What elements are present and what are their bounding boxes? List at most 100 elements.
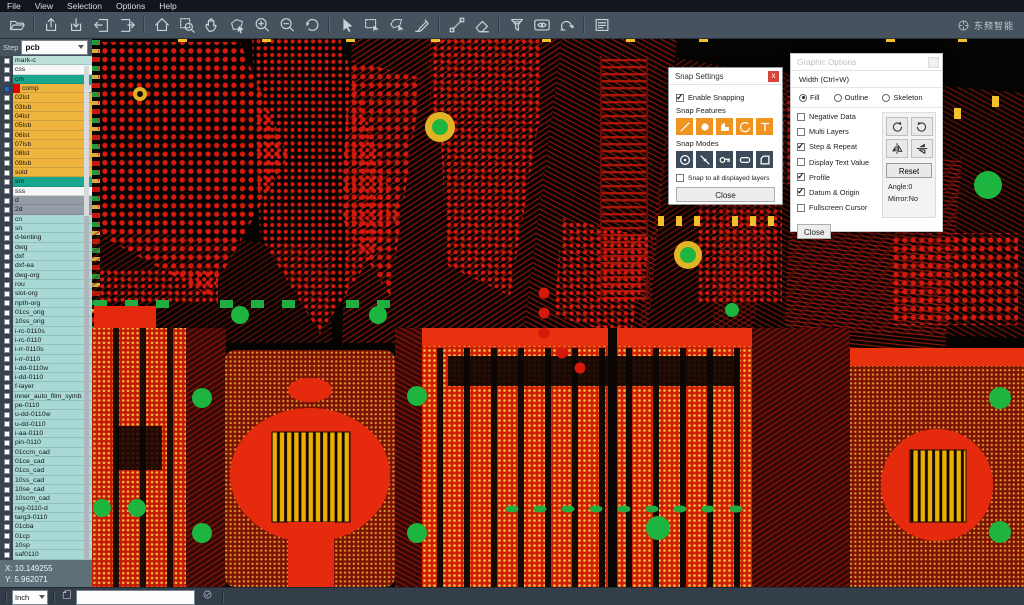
- layer-row-slot-org[interactable]: slot-org: [0, 289, 92, 298]
- layer-visibility-checkbox[interactable]: [4, 496, 10, 502]
- layer-row-2d[interactable]: 2d: [0, 205, 92, 214]
- page-out-icon[interactable]: [114, 14, 139, 36]
- enable-snapping-checkbox[interactable]: [676, 94, 684, 102]
- mirror-horizontal-button[interactable]: [886, 139, 908, 158]
- layer-visibility-checkbox[interactable]: [4, 328, 10, 334]
- option-checkbox[interactable]: [797, 188, 805, 196]
- open-folder-icon[interactable]: [4, 14, 29, 36]
- zoom-in-icon[interactable]: [249, 14, 274, 36]
- rotate-cw-button[interactable]: [886, 117, 908, 136]
- menu-file[interactable]: File: [0, 0, 28, 12]
- layer-visibility-checkbox[interactable]: [4, 477, 10, 483]
- radio-fill[interactable]: Fill: [799, 93, 820, 102]
- layer-row-i-rr-0110s[interactable]: i-rr-0110s: [0, 345, 92, 354]
- layer-visibility-checkbox[interactable]: [4, 552, 10, 558]
- layer-row-saf0110[interactable]: saf0110: [0, 550, 92, 559]
- layer-visibility-checkbox[interactable]: [4, 151, 10, 157]
- page-in-icon[interactable]: [89, 14, 114, 36]
- layer-row-01cba[interactable]: 01cba: [0, 522, 92, 531]
- zoom-window-icon[interactable]: [174, 14, 199, 36]
- layer-row-10ss_orig[interactable]: 10ss_orig: [0, 317, 92, 326]
- layer-visibility-checkbox[interactable]: [4, 449, 10, 455]
- layer-row-01ccm_cad[interactable]: 01ccm_cad: [0, 448, 92, 457]
- layer-row-cm[interactable]: cm: [0, 75, 92, 84]
- layer-row-u-dd-0110w[interactable]: u-dd-0110w: [0, 410, 92, 419]
- layer-row-08lst[interactable]: 08lst: [0, 149, 92, 158]
- zoom-previous-icon[interactable]: [299, 14, 324, 36]
- radio-outline[interactable]: Outline: [834, 93, 869, 102]
- notes-panel-icon[interactable]: [589, 14, 614, 36]
- layer-row-01cs_cad[interactable]: 01cs_cad: [0, 466, 92, 475]
- import-down-icon[interactable]: [64, 14, 89, 36]
- center-snap-icon[interactable]: [676, 151, 693, 168]
- option-multi-layers[interactable]: Multi Layers: [797, 127, 877, 136]
- layer-visibility-checkbox[interactable]: [4, 216, 10, 222]
- layer-visibility-checkbox[interactable]: [4, 123, 10, 129]
- reset-button[interactable]: Reset: [886, 163, 932, 178]
- close-icon[interactable]: x: [768, 71, 779, 82]
- mirror-vertical-button[interactable]: [911, 139, 933, 158]
- unit-select[interactable]: Inch: [12, 590, 48, 605]
- layer-row-10scm_cad[interactable]: 10scm_cad: [0, 494, 92, 503]
- radio-skeleton[interactable]: Skeleton: [882, 93, 922, 102]
- refresh-icon[interactable]: [201, 588, 214, 605]
- layer-row-dwg-org[interactable]: dwg-org: [0, 271, 92, 280]
- layer-visibility-checkbox[interactable]: [4, 533, 10, 539]
- layer-row-targ3-0110[interactable]: targ3-0110: [0, 513, 92, 522]
- layer-row-04lst[interactable]: 04lst: [0, 112, 92, 121]
- layer-row-sn[interactable]: sn: [0, 224, 92, 233]
- layer-row-mark-c[interactable]: mark-c: [0, 56, 92, 65]
- layer-row-dwg[interactable]: dwg: [0, 243, 92, 252]
- layer-visibility-checkbox[interactable]: [4, 524, 10, 530]
- scrollbar-thumb[interactable]: [84, 66, 89, 216]
- pad-snap-icon[interactable]: [696, 118, 713, 135]
- menu-help[interactable]: Help: [152, 0, 183, 12]
- option-step-repeat[interactable]: Step & Repeat: [797, 142, 877, 151]
- layer-visibility-checkbox[interactable]: [4, 235, 10, 241]
- layer-row-f-layer[interactable]: f-layer: [0, 382, 92, 391]
- layer-visibility-checkbox[interactable]: [4, 170, 10, 176]
- layer-row-i-dd-0110w[interactable]: i-dd-0110w: [0, 364, 92, 373]
- layer-row-u-dd-0110[interactable]: u-dd-0110: [0, 420, 92, 429]
- layer-row-07lsb[interactable]: 07lsb: [0, 140, 92, 149]
- arc-snap-icon[interactable]: [736, 118, 753, 135]
- layer-visibility-checkbox[interactable]: [4, 207, 10, 213]
- layer-visibility-checkbox[interactable]: [4, 263, 10, 269]
- layer-row-i-aa-0110[interactable]: i-aa-0110: [0, 429, 92, 438]
- layer-row-10sp[interactable]: 10sp: [0, 541, 92, 550]
- snap-magnet-icon[interactable]: [554, 14, 579, 36]
- polygon-zoom-icon[interactable]: [224, 14, 249, 36]
- option-profile[interactable]: Profile: [797, 173, 877, 182]
- layer-visibility-checkbox[interactable]: [4, 412, 10, 418]
- eye-icon[interactable]: [529, 14, 554, 36]
- layer-row-01ce_cad[interactable]: 01ce_cad: [0, 457, 92, 466]
- note-icon[interactable]: [60, 588, 73, 605]
- layer-row-i-rc-0110[interactable]: i-rc-0110: [0, 336, 92, 345]
- layer-visibility-checkbox[interactable]: [4, 67, 10, 73]
- layer-row-inner_auto_film_symb[interactable]: inner_auto_film_symb: [0, 392, 92, 401]
- option-display-text-value[interactable]: Display Text Value: [797, 158, 877, 167]
- layer-visibility-checkbox[interactable]: [4, 393, 10, 399]
- layer-visibility-checkbox[interactable]: [4, 282, 10, 288]
- layer-row-dxf[interactable]: dxf: [0, 252, 92, 261]
- layer-visibility-checkbox[interactable]: [4, 403, 10, 409]
- layer-row-sss[interactable]: sss: [0, 187, 92, 196]
- rect-select-icon[interactable]: [359, 14, 384, 36]
- layer-row-01cp[interactable]: 01cp: [0, 532, 92, 541]
- layer-visibility-checkbox[interactable]: [4, 505, 10, 511]
- brush-icon[interactable]: [409, 14, 434, 36]
- layer-visibility-checkbox[interactable]: [4, 179, 10, 185]
- menu-selection[interactable]: Selection: [60, 0, 109, 12]
- layer-row-sold[interactable]: sold: [0, 168, 92, 177]
- layer-visibility-checkbox[interactable]: [4, 254, 10, 260]
- option-checkbox[interactable]: [797, 158, 805, 166]
- layer-visibility-checkbox[interactable]: [4, 468, 10, 474]
- layer-row-css[interactable]: css: [0, 65, 92, 74]
- layer-visibility-checkbox[interactable]: [4, 375, 10, 381]
- layer-visibility-checkbox[interactable]: [4, 95, 10, 101]
- layer-visibility-checkbox[interactable]: [4, 338, 10, 344]
- key-snap-icon[interactable]: [716, 151, 733, 168]
- layer-visibility-checkbox[interactable]: [4, 319, 10, 325]
- layer-row-d-tenting[interactable]: d-tenting: [0, 233, 92, 242]
- text-snap-icon[interactable]: [756, 118, 773, 135]
